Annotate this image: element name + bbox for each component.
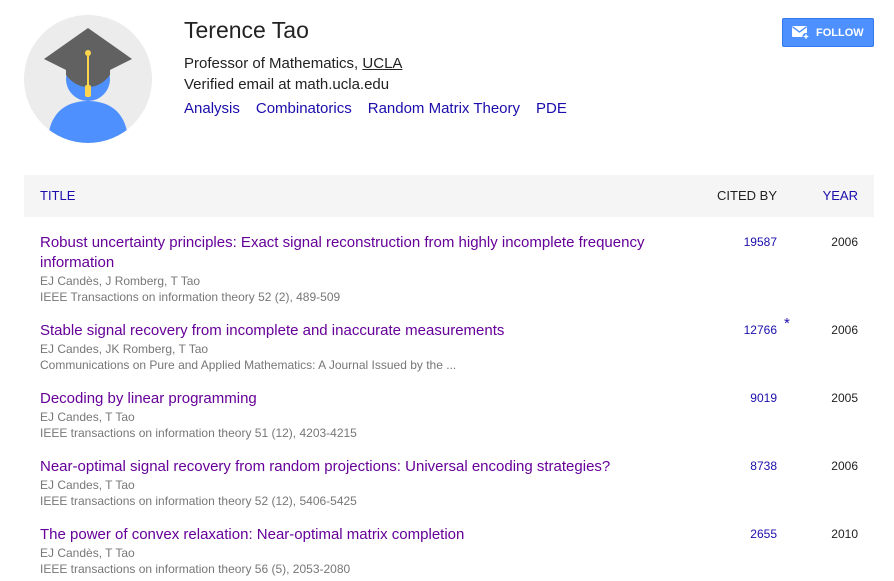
publication-authors: EJ Candes, JK Romberg, T Tao xyxy=(40,342,209,356)
follow-button[interactable]: FOLLOW xyxy=(782,18,874,47)
cited-by-count-link[interactable]: 12766 xyxy=(707,323,777,337)
sort-by-title-header[interactable]: TITLE xyxy=(40,188,75,204)
cited-by-count-link[interactable]: 9019 xyxy=(707,391,777,405)
publication-year: 2006 xyxy=(831,323,858,337)
publication-authors: EJ Candès, J Romberg, T Tao xyxy=(40,274,201,288)
publication-title-link[interactable]: Stable signal recovery from incomplete a… xyxy=(40,321,700,341)
publication-authors: EJ Candes, T Tao xyxy=(40,410,135,424)
publication-venue: IEEE transactions on information theory … xyxy=(40,494,357,508)
profile-name: Terence Tao xyxy=(184,17,309,43)
title-prefix: Professor of Mathematics, xyxy=(184,55,363,72)
publication-row: Near-optimal signal recovery from random… xyxy=(40,457,874,509)
publication-authors: EJ Candès, T Tao xyxy=(40,546,135,560)
publication-row: Robust uncertainty principles: Exact sig… xyxy=(40,233,874,305)
publication-year: 2006 xyxy=(831,235,858,249)
follow-label: FOLLOW xyxy=(816,26,864,39)
cited-by-count-link[interactable]: 8738 xyxy=(707,459,777,473)
publication-year: 2010 xyxy=(831,527,858,541)
publication-venue: IEEE transactions on information theory … xyxy=(40,426,357,440)
publication-venue: Communications on Pure and Applied Mathe… xyxy=(40,358,457,372)
publication-authors: EJ Candes, T Tao xyxy=(40,478,135,492)
verified-email: Verified email at math.ucla.edu xyxy=(184,76,390,93)
interests-list: Analysis Combinatorics Random Matrix Theor… xyxy=(184,99,567,119)
publication-row: The power of convex relaxation: Near-opt… xyxy=(40,525,874,577)
publication-year: 2005 xyxy=(831,391,858,405)
interest-link[interactable]: Random Matrix Theory xyxy=(368,99,520,119)
publication-venue: IEEE Transactions on information theory … xyxy=(40,290,341,304)
sort-by-year-header[interactable]: YEAR xyxy=(823,188,858,204)
publication-row: Stable signal recovery from incomplete a… xyxy=(40,315,874,373)
affiliation-link[interactable]: UCLA xyxy=(362,55,402,72)
profile-affiliation: Professor of Mathematics, UCLA xyxy=(184,54,402,74)
cited-by-count-link[interactable]: 19587 xyxy=(707,235,777,249)
publication-venue: IEEE transactions on information theory … xyxy=(40,562,351,576)
merged-citations-star-icon[interactable]: * xyxy=(784,315,790,332)
publication-title-link[interactable]: The power of convex relaxation: Near-opt… xyxy=(40,525,700,545)
table-header: TITLE CITED BY YEAR xyxy=(24,175,874,217)
publication-row: Decoding by linear programming EJ Candes,… xyxy=(40,389,874,441)
cited-by-count-link[interactable]: 2655 xyxy=(707,527,777,541)
email-add-icon xyxy=(792,25,810,40)
interest-link[interactable]: PDE xyxy=(536,99,567,119)
interest-link[interactable]: Combinatorics xyxy=(256,99,352,119)
publication-year: 2006 xyxy=(831,459,858,473)
publication-title-link[interactable]: Decoding by linear programming xyxy=(40,389,700,409)
interest-link[interactable]: Analysis xyxy=(184,99,240,119)
graduate-cap-avatar-icon xyxy=(24,15,152,143)
publication-title-link[interactable]: Robust uncertainty principles: Exact sig… xyxy=(40,233,700,273)
cited-by-header: CITED BY xyxy=(717,188,777,203)
publication-title-link[interactable]: Near-optimal signal recovery from random… xyxy=(40,457,700,477)
